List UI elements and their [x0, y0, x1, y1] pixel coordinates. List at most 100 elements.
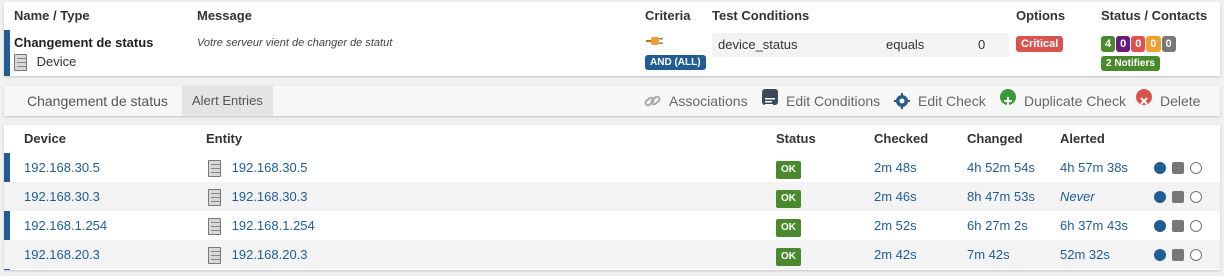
entity-link[interactable]: 192.168.30.5 — [232, 160, 308, 175]
notifiers-badge[interactable]: 2 Notifiers — [1101, 56, 1160, 71]
table-row: 192.168.30.5 192.168.30.5 OK 2m 48s 4h 5… — [4, 153, 1220, 182]
gear-icon[interactable] — [1172, 161, 1184, 174]
alerted-time: Never — [1060, 189, 1095, 204]
device-icon — [208, 189, 221, 207]
gear-icon[interactable] — [1172, 219, 1184, 232]
checked-time: 2m 46s — [874, 189, 917, 204]
changed-time: 6h 27m 2s — [967, 218, 1028, 233]
header-name-type: Name / Type — [14, 8, 90, 23]
header-options: Options — [1016, 8, 1066, 23]
row-actions — [1154, 240, 1202, 269]
status-counts: 4 0 0 0 0 — [1101, 36, 1176, 52]
device-icon — [208, 247, 221, 265]
info-icon[interactable] — [1154, 248, 1166, 261]
associations-label: Associations — [669, 93, 748, 109]
edit-check-link[interactable]: Edit Check — [894, 86, 986, 116]
entity-link[interactable]: 192.168.30.3 — [232, 189, 308, 204]
col-checked: Checked — [874, 131, 929, 146]
header-status-contacts: Status / Contacts — [1101, 8, 1208, 23]
check-circle-icon[interactable] — [1190, 248, 1202, 261]
condition-field: device_status — [718, 37, 798, 52]
device-icon — [14, 54, 27, 72]
entity-cell: 192.168.1.254 — [208, 211, 315, 240]
status-cell: OK — [776, 240, 801, 269]
device-link[interactable]: 192.168.30.3 — [24, 182, 100, 211]
checked-time: 2m 52s — [874, 218, 917, 233]
criteria-badge: AND (ALL) — [645, 55, 706, 70]
status-count-suppressed: 0 — [1146, 36, 1161, 52]
col-device: Device — [24, 131, 66, 146]
col-changed: Changed — [967, 131, 1023, 146]
row-actions — [1154, 182, 1202, 211]
gear-icon[interactable] — [1172, 190, 1184, 203]
header-message: Message — [197, 8, 252, 23]
edit-conditions-link[interactable]: Edit Conditions — [762, 86, 880, 116]
alert-check-card: Name / Type Message Criteria Test Condit… — [4, 2, 1220, 76]
status-count-other: 0 — [1161, 36, 1176, 52]
row-actions — [1154, 211, 1202, 240]
entity-cell: 192.168.30.5 — [208, 153, 308, 182]
info-icon[interactable] — [1154, 190, 1166, 203]
tab-alert-entries[interactable]: Alert Entries — [182, 86, 273, 116]
header-test-conditions: Test Conditions — [712, 8, 810, 23]
entity-cell: 192.168.20.3 — [208, 240, 308, 269]
status-ok-badge: OK — [776, 248, 801, 266]
alert-check-type-label: Device — [36, 54, 77, 69]
close-circle-icon — [1136, 89, 1152, 105]
check-circle-icon[interactable] — [1190, 161, 1202, 174]
entity-link[interactable]: 192.168.20.3 — [232, 247, 308, 262]
status-cell: OK — [776, 211, 801, 240]
delete-label: Delete — [1160, 93, 1201, 109]
condition-operator: equals — [886, 37, 925, 52]
alerted-time: 52m 32s — [1060, 247, 1110, 262]
entity-link[interactable]: 192.168.1.254 — [232, 218, 315, 233]
alerted-time: 6h 37m 43s — [1060, 218, 1128, 233]
changed-time: 8h 47m 53s — [967, 189, 1035, 204]
col-status: Status — [776, 131, 816, 146]
condition-row: device_status equals 0 — [712, 33, 1009, 57]
checked-time: 2m 42s — [874, 247, 917, 262]
entity-cell: 192.168.30.3 — [208, 182, 308, 211]
criteria-plug-icon — [646, 35, 664, 50]
alert-navbar: Changement de status Alert Entries Assoc… — [4, 86, 1220, 116]
device-icon — [208, 218, 221, 236]
col-alerted: Alerted — [1060, 131, 1105, 146]
status-count-failed: 0 — [1131, 36, 1146, 52]
duplicate-check-label: Duplicate Check — [1024, 93, 1126, 109]
condition-value: 0 — [978, 37, 986, 52]
header-criteria: Criteria — [645, 8, 691, 23]
alert-check-name[interactable]: Changement de status — [14, 35, 153, 50]
terminal-icon — [762, 89, 778, 106]
table-row: 192.168.30.3 192.168.30.3 OK 2m 46s 8h 4… — [4, 182, 1220, 211]
associations-link[interactable]: Associations — [644, 86, 748, 116]
delete-link[interactable]: Delete — [1136, 86, 1200, 116]
status-ok-badge: OK — [776, 219, 801, 237]
edit-check-label: Edit Check — [918, 93, 986, 109]
check-circle-icon[interactable] — [1190, 219, 1202, 232]
alert-message: Votre serveur vient de changer de statut — [197, 37, 393, 49]
table-row: 192.168.1.254 192.168.1.254 OK 2m 52s 6h… — [4, 211, 1220, 240]
status-ok-badge: OK — [776, 190, 801, 208]
info-icon[interactable] — [1154, 219, 1166, 232]
device-link[interactable]: 192.168.1.254 — [24, 211, 107, 240]
changed-time: 7m 42s — [967, 247, 1010, 262]
alert-check-type: Device — [14, 54, 77, 72]
device-link[interactable]: 192.168.20.3 — [24, 240, 100, 269]
navbar-title[interactable]: Changement de status — [27, 86, 168, 116]
gear-icon[interactable] — [1172, 248, 1184, 261]
device-icon — [208, 160, 221, 178]
option-critical-badge: Critical — [1016, 36, 1064, 52]
status-ok-badge: OK — [776, 161, 801, 179]
status-count-delayed: 0 — [1116, 36, 1131, 52]
plus-circle-icon — [1000, 89, 1016, 105]
duplicate-check-link[interactable]: Duplicate Check — [1000, 86, 1126, 116]
row-actions — [1154, 153, 1202, 182]
alerted-time: 4h 57m 38s — [1060, 160, 1128, 175]
checked-time: 2m 48s — [874, 160, 917, 175]
row-accent-bar — [4, 30, 10, 76]
check-circle-icon[interactable] — [1190, 190, 1202, 203]
device-link[interactable]: 192.168.30.5 — [24, 153, 100, 182]
table-row: 192.168.20.3 192.168.20.3 OK 2m 42s 7m 4… — [4, 240, 1220, 269]
info-icon[interactable] — [1154, 161, 1166, 174]
status-cell: OK — [776, 153, 801, 182]
